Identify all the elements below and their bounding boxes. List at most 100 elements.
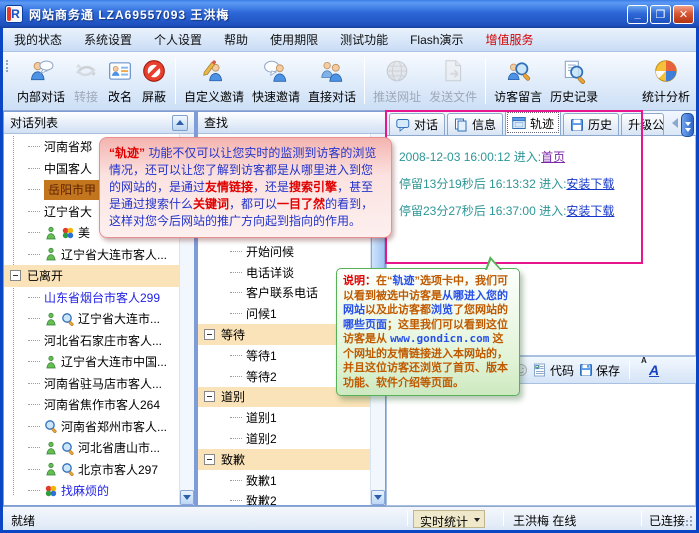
tree-line xyxy=(28,318,40,319)
window-title: 网站商务通 LZA69557093 王洪梅 xyxy=(29,6,229,23)
tree-row[interactable]: 河北省唐山市... xyxy=(4,437,179,459)
toolbar-button-history-search[interactable]: 历史记录 xyxy=(546,56,602,107)
magnifier-icon xyxy=(44,419,59,433)
trace-page-link[interactable]: 安装下载 xyxy=(566,177,614,191)
tree-group-row[interactable]: 致歉 xyxy=(198,449,370,470)
tree-row[interactable]: 辽宁省大连市客人... xyxy=(4,244,179,266)
toolbar-button-person-pencil[interactable]: 自定义邀请 xyxy=(180,56,248,107)
menu-item-8[interactable]: 增值服务 xyxy=(474,28,544,51)
toolbar-button-person-duo[interactable]: 直接对话 xyxy=(304,56,360,107)
close-button[interactable]: ✕ xyxy=(673,5,694,24)
tree-row[interactable]: 致歉1 xyxy=(198,470,370,491)
arrow-down-icon xyxy=(374,495,382,500)
trace-page-link[interactable]: 首页 xyxy=(541,150,565,164)
tree-row[interactable]: 道别1 xyxy=(198,407,370,428)
tree-line xyxy=(28,426,40,427)
toolbar-grip[interactable] xyxy=(6,60,18,72)
tree-row[interactable]: 道别2 xyxy=(198,428,370,449)
status-ready: 就绪 xyxy=(11,512,35,529)
toolbar-button-id-card[interactable]: 改名 xyxy=(103,56,137,107)
toolbar-button-visitor-message[interactable]: 访客留言 xyxy=(490,56,546,107)
tree-row[interactable]: 河南省焦作市客人264 xyxy=(4,394,179,416)
collapse-panel-button[interactable] xyxy=(172,115,188,131)
tree-row[interactable]: 河北省石家庄市客人... xyxy=(4,330,179,352)
scroll-down-button[interactable] xyxy=(180,490,194,505)
toolbar-button-label: 统计分析 xyxy=(642,88,690,105)
tree-item-label: 道别 xyxy=(221,388,245,405)
toolbar-button-person-bubble[interactable]: 快速邀请 xyxy=(248,56,304,107)
tooltip-text: 轨迹 xyxy=(393,275,415,287)
tree-line xyxy=(28,189,40,190)
id-card-icon xyxy=(107,58,133,87)
tree-item-label: 辽宁省大连市客人... xyxy=(61,246,167,263)
menu-item-7[interactable]: Flash演示 xyxy=(399,28,474,51)
collapse-expander-icon[interactable] xyxy=(204,454,215,465)
toolbar-button-label: 推送网址 xyxy=(373,88,421,105)
tree-group-row[interactable]: 已离开 xyxy=(4,265,179,287)
reply-input-area[interactable] xyxy=(386,384,696,506)
resize-grip[interactable] xyxy=(680,514,692,526)
collapse-expander-icon[interactable] xyxy=(204,391,215,402)
tooltip-keyword: 搜索引擎 xyxy=(289,180,337,194)
collapse-expander-icon[interactable] xyxy=(204,329,215,340)
person-pencil-icon xyxy=(201,58,227,87)
tree-row[interactable]: 开始问候 xyxy=(198,241,370,262)
menu-item-1[interactable]: 我的状态 xyxy=(3,28,73,51)
trace-page-link[interactable]: 安装下载 xyxy=(566,204,614,218)
toolbar-overflow-button[interactable] xyxy=(681,113,694,137)
file-send-icon xyxy=(440,58,466,87)
tree-row[interactable]: 致歉2 xyxy=(198,491,370,505)
app-logo-icon: R xyxy=(5,5,23,23)
tab-历史[interactable]: 历史 xyxy=(563,113,619,135)
toolbar-button-person-chat[interactable]: 内部对话 xyxy=(13,56,69,107)
tree-row[interactable]: 找麻烦的 xyxy=(4,480,179,502)
tree-line xyxy=(28,146,40,147)
tree-row[interactable]: 北京市客人297 xyxy=(4,459,179,481)
tree-line xyxy=(28,211,40,212)
tree-item-label: 美 xyxy=(78,224,90,241)
menu-item-6[interactable]: 测试功能 xyxy=(329,28,399,51)
tooltip-text: 浏览 xyxy=(431,304,453,316)
tree-item-label: 河北省石家庄市客人... xyxy=(44,332,162,349)
tab-升级公[interactable]: 升级公 xyxy=(621,113,664,135)
tree-line xyxy=(28,232,40,233)
tree-row[interactable]: 河南省驻马店市客人... xyxy=(4,373,179,395)
toolbar-button-pie-chart[interactable]: 统计分析 xyxy=(638,56,694,107)
tab-scroll-left-icon[interactable] xyxy=(672,118,678,128)
tree-line xyxy=(230,376,242,377)
toolbar-separator xyxy=(175,58,176,104)
minimize-button[interactable]: _ xyxy=(627,5,648,24)
tree-item-label: 辽宁省大连市... xyxy=(78,310,160,327)
toolbar-button-label: 屏蔽 xyxy=(142,88,166,105)
save-button[interactable]: 保存 xyxy=(579,362,620,379)
tree-row[interactable]: 辽宁省大连市中国... xyxy=(4,351,179,373)
maximize-button[interactable]: ❐ xyxy=(650,5,671,24)
tree-row[interactable]: 辽宁省大连市客人... xyxy=(4,502,179,506)
trace-text: 停留13分19秒后 16:13:32 进入: xyxy=(399,177,566,191)
font-style-icon[interactable]: A xyxy=(649,362,659,378)
menu-item-4[interactable]: 帮助 xyxy=(213,28,259,51)
tree-row[interactable]: 河南省郑州市客人... xyxy=(4,416,179,438)
tree-item-label: 河南省驻马店市客人... xyxy=(44,375,162,392)
collapse-expander-icon[interactable] xyxy=(10,270,21,281)
code-button[interactable]: 代码 xyxy=(533,362,574,379)
tab-轨迹[interactable]: 轨迹 xyxy=(505,111,561,135)
realtime-stats-dropdown[interactable]: 实时统计 xyxy=(413,510,485,528)
toolbar-button-block[interactable]: 屏蔽 xyxy=(137,56,171,107)
tab-label: 轨迹 xyxy=(530,115,554,132)
tab-track-icon xyxy=(512,116,526,130)
toolbar-button-label: 转接 xyxy=(74,88,98,105)
menu-item-3[interactable]: 个人设置 xyxy=(143,28,213,51)
menu-item-5[interactable]: 使用期限 xyxy=(259,28,329,51)
color-balls-icon xyxy=(44,484,59,498)
tree-line xyxy=(230,438,242,439)
person-duo-icon xyxy=(319,58,345,87)
tree-row[interactable]: 辽宁省大连市... xyxy=(4,308,179,330)
trace-line: 停留13分19秒后 16:13:32 进入:安装下载 xyxy=(399,171,695,198)
scroll-down-button[interactable] xyxy=(371,490,385,505)
tree-row[interactable]: 山东省烟台市客人299 xyxy=(4,287,179,309)
tab-信息[interactable]: 信息 xyxy=(447,113,503,135)
menu-item-2[interactable]: 系统设置 xyxy=(73,28,143,51)
tab-对话[interactable]: 对话 xyxy=(389,113,445,135)
toolbar-item-label: 代码 xyxy=(550,362,574,379)
